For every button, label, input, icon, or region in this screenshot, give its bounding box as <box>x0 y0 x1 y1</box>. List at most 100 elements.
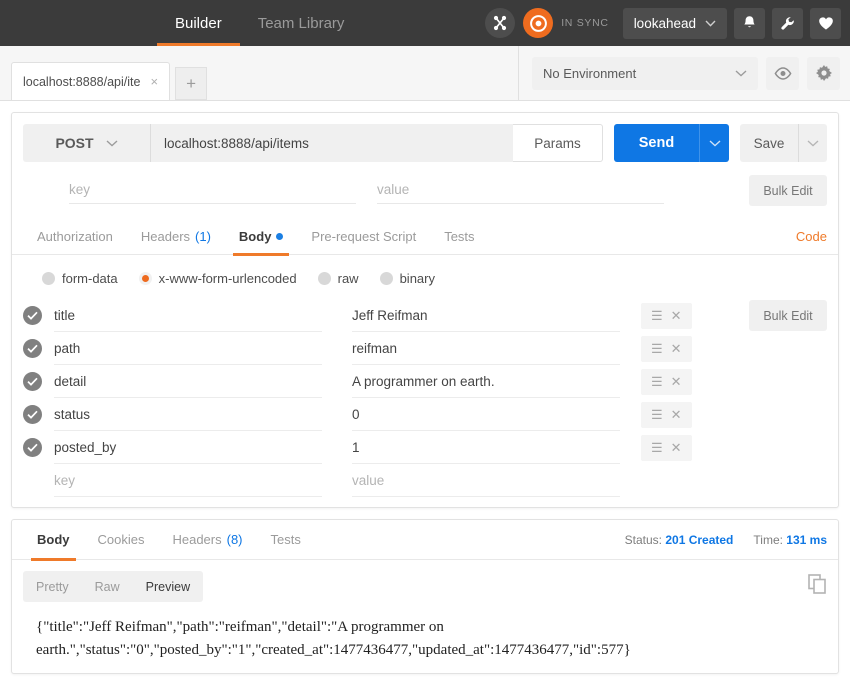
body-type-form-data[interactable]: form-data <box>42 271 118 286</box>
response-tab-tests[interactable]: Tests <box>257 520 315 560</box>
body-type-binary[interactable]: binary <box>379 271 435 286</box>
environment-quick-look-button[interactable] <box>766 56 799 90</box>
close-icon[interactable]: ✕ <box>671 309 682 322</box>
body-key-input[interactable] <box>54 299 322 332</box>
response-tab-tests-label: Tests <box>270 532 301 547</box>
tab-team-library[interactable]: Team Library <box>240 0 363 46</box>
request-url-input[interactable] <box>150 124 513 162</box>
body-key-input[interactable] <box>54 365 322 398</box>
body-type-selector: form-data x-www-form-urlencoded raw bina… <box>12 255 838 299</box>
body-value-input[interactable] <box>352 299 620 332</box>
chevron-down-icon <box>705 20 716 27</box>
request-tab-active[interactable]: localhost:8888/api/ite × <box>11 62 171 100</box>
check-icon <box>27 311 38 320</box>
list-menu-icon[interactable]: ☰ <box>651 408 663 421</box>
time-value[interactable]: 131 ms <box>786 533 827 547</box>
status-value[interactable]: 201 Created <box>665 533 733 547</box>
response-tab-headers[interactable]: Headers (8) <box>158 520 256 560</box>
params-button[interactable]: Params <box>513 124 603 162</box>
sync-circle-icon[interactable] <box>523 8 554 38</box>
body-value-input[interactable] <box>352 365 620 398</box>
response-tab-cookies[interactable]: Cookies <box>84 520 159 560</box>
row-enabled-checkbox[interactable] <box>23 405 42 424</box>
body-key-input[interactable] <box>54 332 322 365</box>
body-value-input[interactable] <box>352 332 620 365</box>
favorites-button[interactable] <box>810 7 841 39</box>
save-button-label: Save <box>753 135 785 151</box>
row-enabled-checkbox[interactable] <box>23 339 42 358</box>
params-key-input[interactable] <box>69 175 356 204</box>
view-mode-pretty[interactable]: Pretty <box>23 571 82 602</box>
body-type-urlencoded[interactable]: x-www-form-urlencoded <box>138 271 297 286</box>
request-tab-label: localhost:8888/api/ite <box>23 74 141 89</box>
status-badge: Status: 201 Created <box>625 533 734 547</box>
row-enabled-checkbox[interactable] <box>23 306 42 325</box>
response-view-mode-group: Pretty Raw Preview <box>23 571 204 602</box>
body-new-key-input[interactable] <box>54 464 322 497</box>
tab-pre-request-script[interactable]: Pre-request Script <box>297 219 430 255</box>
copy-response-button[interactable] <box>808 574 827 599</box>
tab-authorization[interactable]: Authorization <box>23 219 127 255</box>
response-tab-body[interactable]: Body <box>23 520 84 561</box>
save-button[interactable]: Save <box>740 124 798 162</box>
table-row: ☰ ✕ <box>23 365 827 398</box>
body-key-input[interactable] <box>54 431 322 464</box>
copy-icon <box>808 574 826 594</box>
code-link[interactable]: Code <box>796 229 827 244</box>
row-action-group: ☰ ✕ <box>641 401 692 428</box>
row-action-group: ☰ ✕ <box>641 302 692 329</box>
tab-tests[interactable]: Tests <box>430 219 488 255</box>
list-menu-icon[interactable]: ☰ <box>651 342 663 355</box>
body-type-raw-label: raw <box>337 271 359 286</box>
body-new-value-input[interactable] <box>352 464 620 497</box>
eye-icon <box>774 66 791 80</box>
send-options-button[interactable] <box>699 124 729 162</box>
response-tab-headers-label: Headers <box>172 532 222 547</box>
request-sub-tabs: Authorization Headers (1) Body Pre-reque… <box>12 219 838 256</box>
view-mode-preview[interactable]: Preview <box>133 571 203 602</box>
row-enabled-checkbox[interactable] <box>23 438 42 457</box>
list-menu-icon[interactable]: ☰ <box>651 309 663 322</box>
view-mode-preview-label: Preview <box>145 579 191 594</box>
user-account-dropdown[interactable]: lookahead <box>622 7 727 39</box>
http-method-dropdown[interactable]: POST <box>23 124 150 162</box>
body-value-input[interactable] <box>352 398 620 431</box>
top-tab-group: Builder Team Library <box>157 0 362 46</box>
tab-body[interactable]: Body <box>225 219 298 256</box>
settings-wrench-button[interactable] <box>772 7 803 39</box>
body-key-input[interactable] <box>54 398 322 431</box>
postman-runner-icon[interactable] <box>485 8 516 38</box>
list-menu-icon[interactable]: ☰ <box>651 375 663 388</box>
environment-dropdown[interactable]: No Environment <box>532 56 758 90</box>
tab-headers[interactable]: Headers (1) <box>127 219 225 255</box>
params-value-input[interactable] <box>377 175 664 204</box>
close-icon[interactable]: × <box>150 75 158 88</box>
tab-authorization-label: Authorization <box>37 229 113 244</box>
send-button[interactable]: Send <box>614 124 699 162</box>
close-icon[interactable]: ✕ <box>671 441 682 454</box>
close-icon[interactable]: ✕ <box>671 375 682 388</box>
wrench-icon <box>781 16 794 30</box>
params-bulk-edit-button[interactable]: Bulk Edit <box>749 175 827 206</box>
body-bulk-edit-label: Bulk Edit <box>763 308 813 323</box>
sync-status-group: IN SYNC <box>485 8 609 38</box>
save-options-button[interactable] <box>798 124 827 162</box>
close-icon[interactable]: ✕ <box>671 408 682 421</box>
notifications-button[interactable] <box>734 7 765 39</box>
row-enabled-checkbox[interactable] <box>23 372 42 391</box>
list-menu-icon[interactable]: ☰ <box>651 441 663 454</box>
row-enabled-placeholder <box>23 471 42 490</box>
status-label: Status: <box>624 532 662 547</box>
tab-builder[interactable]: Builder <box>157 0 240 46</box>
body-type-raw[interactable]: raw <box>317 271 359 286</box>
body-bulk-edit-button[interactable]: Bulk Edit <box>749 300 827 331</box>
view-mode-raw[interactable]: Raw <box>82 571 133 602</box>
time-badge: Time: 131 ms <box>753 533 827 547</box>
close-icon[interactable]: ✕ <box>671 342 682 355</box>
row-action-group: ☰ ✕ <box>641 335 692 362</box>
environment-controls: No Environment <box>519 46 850 100</box>
environment-settings-button[interactable] <box>807 56 840 90</box>
body-value-input[interactable] <box>352 431 620 464</box>
new-tab-button[interactable]: + <box>175 67 208 100</box>
response-panel: Body Cookies Headers (8) Tests Status: 2… <box>11 519 839 674</box>
